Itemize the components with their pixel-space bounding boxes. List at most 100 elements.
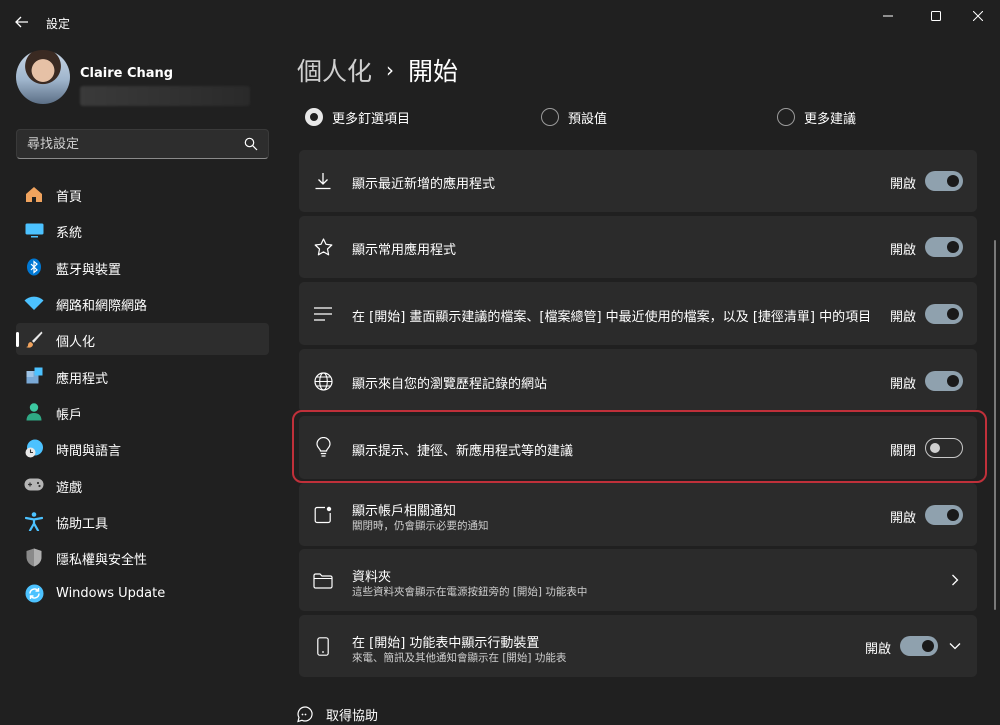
sidebar-item-accounts[interactable]: 帳戶 — [16, 396, 269, 428]
title-bar: 設定 — [0, 0, 1000, 44]
sidebar-item-label: 藍牙與裝置 — [56, 262, 122, 278]
sidebar-item-privacy-security[interactable]: 隱私權與安全性 — [16, 541, 269, 573]
sidebar-item-label: 首頁 — [56, 190, 83, 205]
profile-email-redacted — [80, 86, 250, 106]
layout-options: 更多釘選項目 預設值 更多建議 — [305, 106, 965, 128]
toggle-switch[interactable] — [925, 371, 963, 391]
toggle-state-label: 開啟 — [890, 377, 917, 392]
sidebar-item-label: 應用程式 — [56, 371, 109, 387]
sidebar-item-label: 帳戶 — [56, 408, 83, 424]
setting-most-used-apps: 顯示常用應用程式 開啟 — [299, 216, 977, 278]
get-help-label: 取得協助 — [326, 709, 379, 724]
paint-brush-icon — [24, 330, 44, 349]
radio-label: 更多釘選項目 — [332, 111, 411, 127]
accessibility-icon — [24, 511, 44, 531]
back-arrow-icon — [15, 16, 28, 28]
sidebar-item-label: Windows Update — [56, 585, 166, 601]
user-profile[interactable]: Claire Chang — [16, 50, 276, 106]
highlight-annotation — [292, 410, 987, 483]
radio-circle — [541, 108, 559, 126]
toggle-switch[interactable] — [900, 636, 938, 656]
toggle-state-label: 開啟 — [890, 243, 917, 258]
breadcrumb-separator: › — [386, 58, 395, 82]
radio-label: 預設值 — [568, 111, 608, 127]
star-icon — [313, 237, 333, 257]
sidebar-item-time-language[interactable]: 時間與語言 — [16, 432, 269, 464]
search-input[interactable] — [17, 130, 232, 158]
radio-default[interactable]: 預設值 — [541, 106, 607, 128]
search-icon[interactable] — [244, 137, 258, 151]
setting-mobile-device: 在 [開始] 功能表中顯示行動裝置 來電、簡訊及其他通知會顯示在 [開始] 功能… — [299, 615, 977, 677]
toggle-switch[interactable] — [925, 171, 963, 191]
minimize-button[interactable] — [865, 0, 911, 32]
windows-update-icon — [24, 584, 44, 603]
toggle-switch[interactable] — [925, 304, 963, 324]
radio-label: 更多建議 — [804, 111, 857, 127]
radio-more-pins[interactable]: 更多釘選項目 — [305, 106, 410, 128]
folder-icon — [313, 571, 333, 591]
radio-circle — [777, 108, 795, 126]
phone-icon — [313, 636, 333, 656]
close-button[interactable] — [955, 0, 1000, 32]
system-monitor-icon — [24, 221, 44, 239]
sidebar-item-system[interactable]: 系統 — [16, 214, 269, 246]
minimize-icon — [883, 15, 893, 17]
apps-icon — [24, 367, 44, 385]
get-help-link[interactable]: 取得協助 — [296, 705, 378, 724]
help-icon — [297, 706, 313, 723]
sidebar-item-bluetooth[interactable]: 藍牙與裝置 — [16, 251, 269, 283]
setting-subtitle: 這些資料夾會顯示在電源按鈕旁的 [開始] 功能表中 — [352, 586, 588, 598]
sidebar-item-accessibility[interactable]: 協助工具 — [16, 505, 269, 537]
bluetooth-icon — [24, 258, 44, 276]
notification-icon — [313, 505, 333, 525]
setting-browsing-history-sites: 顯示來自您的瀏覽歷程記錄的網站 開啟 — [299, 349, 977, 412]
sidebar-item-gaming[interactable]: 遊戲 — [16, 469, 269, 501]
search-box — [16, 129, 269, 159]
setting-title: 資料夾 — [352, 570, 392, 585]
home-icon — [24, 185, 44, 203]
gamepad-icon — [24, 476, 44, 494]
setting-subtitle: 來電、簡訊及其他通知會顯示在 [開始] 功能表 — [352, 652, 567, 664]
sidebar-nav: 首頁 系統 藍牙與裝置 網路和網際網路 個人化 應用程式 帳戶 時間與語言 遊戲… — [16, 178, 269, 614]
sidebar-item-label: 時間與語言 — [56, 444, 122, 460]
setting-title: 顯示最近新增的應用程式 — [352, 177, 496, 192]
sidebar-item-apps[interactable]: 應用程式 — [16, 360, 269, 392]
chevron-down-icon[interactable] — [947, 638, 963, 654]
setting-title: 顯示帳戶相關通知 — [352, 504, 457, 519]
setting-recommended-files: 在 [開始] 畫面顯示建議的檔案、[檔案總管] 中最近使用的檔案，以及 [捷徑清… — [299, 282, 977, 345]
list-icon — [313, 304, 333, 324]
setting-title: 在 [開始] 畫面顯示建議的檔案、[檔案總管] 中最近使用的檔案，以及 [捷徑清… — [352, 310, 872, 325]
breadcrumb: 個人化 › 開始 — [297, 52, 458, 88]
sidebar-item-label: 協助工具 — [56, 517, 109, 533]
setting-title: 顯示來自您的瀏覽歷程記錄的網站 — [352, 377, 548, 392]
shield-icon — [24, 548, 44, 567]
avatar — [16, 50, 70, 104]
close-icon — [973, 11, 983, 21]
toggle-state-label: 開啟 — [890, 310, 917, 325]
settings-window: 設定 Claire Chang 首頁 系統 — [0, 0, 1000, 725]
radio-more-recommendations[interactable]: 更多建議 — [777, 106, 856, 128]
sidebar-item-personalization[interactable]: 個人化 — [16, 323, 269, 356]
download-icon — [313, 171, 333, 191]
sidebar-item-label: 系統 — [56, 226, 83, 242]
maximize-button[interactable] — [913, 0, 959, 32]
setting-recently-added-apps: 顯示最近新增的應用程式 開啟 — [299, 150, 977, 212]
maximize-icon — [931, 11, 941, 21]
sidebar-item-label: 網路和網際網路 — [56, 299, 148, 315]
sidebar-item-windows-update[interactable]: Windows Update — [16, 578, 269, 610]
sidebar-item-label: 個人化 — [56, 335, 96, 351]
breadcrumb-parent[interactable]: 個人化 — [297, 52, 372, 88]
toggle-switch[interactable] — [925, 505, 963, 525]
sidebar-item-home[interactable]: 首頁 — [16, 178, 269, 210]
sidebar-item-network[interactable]: 網路和網際網路 — [16, 287, 269, 319]
toggle-state-label: 開啟 — [890, 177, 917, 192]
profile-name: Claire Chang — [80, 66, 174, 81]
radio-circle — [305, 108, 323, 126]
setting-title: 在 [開始] 功能表中顯示行動裝置 — [352, 636, 540, 651]
back-button[interactable] — [8, 9, 36, 35]
toggle-switch[interactable] — [925, 237, 963, 257]
scrollbar[interactable] — [994, 240, 996, 610]
setting-folders[interactable]: 資料夾 這些資料夾會顯示在電源按鈕旁的 [開始] 功能表中 — [299, 549, 977, 611]
app-title: 設定 — [46, 17, 71, 31]
sidebar-item-label: 隱私權與安全性 — [56, 553, 148, 569]
